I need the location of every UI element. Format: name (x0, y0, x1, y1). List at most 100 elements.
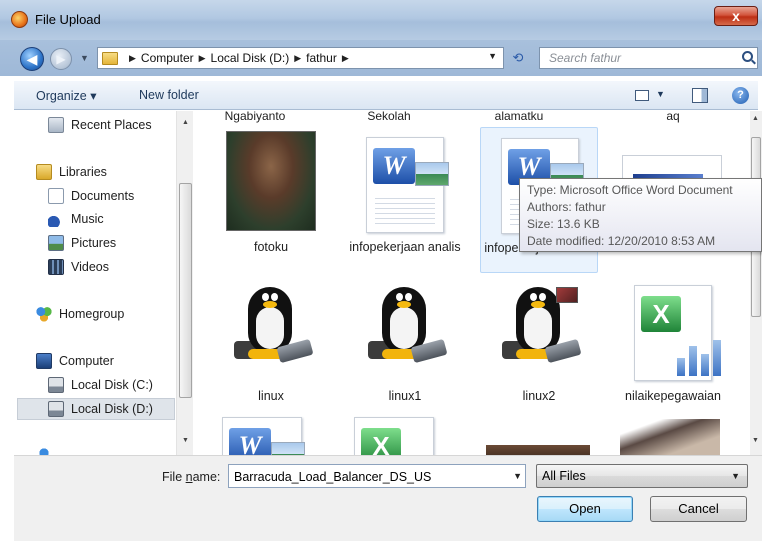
sidebar-item-label: Libraries (59, 165, 107, 179)
help-icon[interactable]: ? (732, 87, 749, 104)
sidebar-item-network[interactable] (36, 445, 59, 455)
preview-pane-icon[interactable] (690, 86, 710, 104)
sidebar-item-label: Recent Places (71, 118, 152, 132)
chevron-right-icon[interactable]: ▶ (129, 53, 136, 64)
firefox-icon (11, 11, 28, 28)
views-dropdown-icon[interactable]: ▼ (656, 89, 665, 99)
command-bar: Organize ▾ New folder ▼ ? (14, 80, 758, 110)
address-row: ◀ ▶ ▼ ▶ Computer ▶ Local Disk (D:) ▶ fat… (0, 40, 762, 76)
file-item-linux[interactable]: linux (212, 273, 330, 413)
recent-locations-dropdown[interactable]: ▼ (80, 53, 89, 63)
file-type-select[interactable]: All Files ▼ (536, 464, 748, 488)
file-item-label: linux (258, 389, 284, 403)
scroll-down-icon[interactable]: ▼ (752, 437, 759, 444)
recent-places-icon (48, 117, 64, 133)
linux-penguin-image (226, 279, 316, 379)
excel-document-icon[interactable]: X (354, 417, 434, 455)
tooltip-authors: Authors: fathur (527, 200, 606, 214)
sidebar-item-recent-places[interactable]: Recent Places (48, 117, 152, 133)
scroll-up-icon[interactable]: ▲ (752, 115, 759, 122)
chevron-right-icon[interactable]: ▶ (342, 53, 349, 64)
sidebar-item-label: Pictures (71, 236, 117, 250)
sidebar-item-local-disk-c[interactable]: Local Disk (C:) (48, 377, 153, 393)
open-button[interactable]: Open (537, 496, 633, 522)
new-folder-button[interactable]: New folder (139, 88, 199, 102)
file-item-nilaikepegawaian[interactable]: X nilaikepegawaian (614, 273, 732, 413)
chevron-down-icon[interactable]: ▼ (513, 471, 522, 481)
homegroup-icon (36, 306, 52, 322)
file-type-value: All Files (542, 469, 586, 483)
file-item-label[interactable]: alamatku (464, 111, 574, 123)
sidebar-item-label: Computer (59, 354, 114, 368)
file-item-infopekerjaan-analis[interactable]: W infopekerjaan analis (346, 129, 464, 271)
cancel-button[interactable]: Cancel (650, 496, 747, 522)
breadcrumb-computer[interactable]: Computer (141, 51, 194, 65)
sidebar-item-label: Music (71, 212, 104, 226)
videos-icon (48, 259, 64, 275)
sidebar-item-videos[interactable]: Videos (48, 259, 109, 275)
image-thumbnail[interactable] (486, 445, 590, 455)
sidebar-item-homegroup[interactable]: Homegroup (36, 306, 124, 322)
sidebar-item-label: Local Disk (C:) (71, 378, 153, 392)
organize-button[interactable]: Organize ▾ (36, 88, 96, 103)
file-item-linux1[interactable]: linux1 (346, 273, 464, 413)
sidebar-item-libraries[interactable]: Libraries (36, 164, 107, 180)
file-item-label[interactable]: aq (618, 111, 728, 123)
file-item-label: fotoku (253, 240, 289, 254)
file-list-scrollbar[interactable]: ▲ ▼ (750, 111, 762, 455)
forward-button[interactable]: ▶ (50, 48, 72, 70)
word-document-icon[interactable]: W (222, 417, 305, 455)
chevron-right-icon[interactable]: ▶ (199, 53, 206, 64)
sidebar-item-computer[interactable]: Computer (36, 353, 114, 369)
sidebar-item-music[interactable]: Music (48, 211, 104, 227)
drive-icon (48, 377, 64, 393)
navigation-scrollbar[interactable]: ▲ ▼ (176, 111, 193, 455)
file-info-tooltip: Type: Microsoft Office Word Document Aut… (519, 178, 762, 252)
excel-document-icon: X (634, 285, 721, 381)
file-item-label: linux2 (522, 389, 556, 403)
sidebar-item-documents[interactable]: Documents (48, 188, 134, 204)
file-dialog-footer: File name: Barracuda_Load_Balancer_DS_US… (14, 455, 762, 541)
address-dropdown-icon[interactable]: ▼ (488, 51, 497, 61)
search-input[interactable]: Search fathur (539, 47, 758, 69)
computer-icon (36, 353, 52, 369)
file-name-value[interactable]: Barracuda_Load_Balancer_DS_US (234, 470, 431, 484)
file-item-label: linux1 (388, 389, 422, 403)
file-item-label: nilaikepegawaian (625, 389, 721, 403)
network-icon (36, 445, 52, 455)
back-button[interactable]: ◀ (20, 47, 44, 71)
window-title: File Upload (35, 12, 101, 27)
breadcrumb-fathur[interactable]: fathur (306, 51, 337, 65)
views-icon[interactable] (633, 86, 653, 104)
sidebar-item-local-disk-d[interactable]: Local Disk (D:) (17, 398, 175, 420)
file-name-label: File name: (162, 470, 221, 484)
breadcrumb-local-disk-d[interactable]: Local Disk (D:) (211, 51, 290, 65)
tooltip-size: Size: 13.6 KB (527, 217, 600, 231)
scroll-up-icon[interactable]: ▲ (182, 119, 189, 126)
refresh-button[interactable]: ⟲ (506, 49, 530, 67)
close-button[interactable]: x (714, 6, 758, 26)
chevron-down-icon[interactable]: ▼ (731, 471, 740, 481)
tooltip-type: Type: Microsoft Office Word Document (527, 183, 733, 197)
file-name-field[interactable]: Barracuda_Load_Balancer_DS_US ▼ (228, 464, 526, 488)
scrollbar-thumb[interactable] (179, 183, 192, 398)
image-thumbnail[interactable] (620, 419, 720, 455)
linux-penguin-image (494, 279, 584, 379)
word-document-icon: W (366, 137, 449, 233)
title-bar: File Upload x (0, 0, 762, 40)
file-item-label[interactable]: Ngabiyanto (200, 111, 310, 123)
file-item-linux2[interactable]: linux2 (480, 273, 598, 413)
file-item-fotoku[interactable]: fotoku (212, 129, 330, 271)
file-list: Ngabiyanto Sekolah alamatku aq fotoku W … (194, 111, 750, 455)
tooltip-modified: Date modified: 12/20/2010 8:53 AM (527, 234, 716, 248)
drive-icon (48, 401, 64, 417)
sidebar-item-label: Local Disk (D:) (71, 402, 153, 416)
file-item-label[interactable]: Sekolah (334, 111, 444, 123)
sidebar-item-pictures[interactable]: Pictures (48, 235, 116, 251)
chevron-right-icon[interactable]: ▶ (294, 53, 301, 64)
search-icon[interactable] (742, 51, 753, 62)
scroll-down-icon[interactable]: ▼ (182, 437, 189, 444)
sidebar-item-label: Homegroup (59, 307, 125, 321)
search-placeholder: Search fathur (549, 51, 622, 65)
address-bar[interactable]: ▶ Computer ▶ Local Disk (D:) ▶ fathur ▶ … (97, 47, 504, 69)
